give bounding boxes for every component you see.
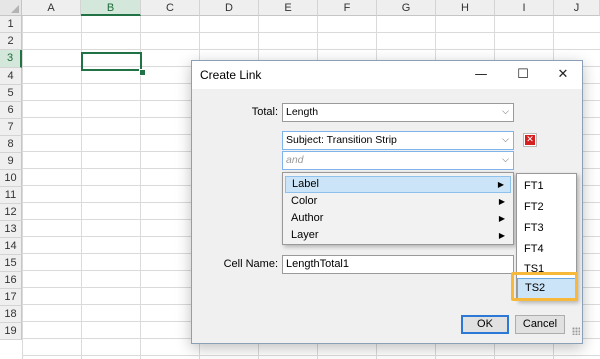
submenu-item-ft1[interactable]: FT1 [517, 176, 576, 197]
row-header-3[interactable]: 3 [0, 50, 22, 68]
subject-dropdown[interactable]: Subject: Transition Strip ⌵ [282, 131, 514, 150]
column-header-a[interactable]: A [22, 0, 81, 16]
menu-item-color-text: Color [291, 195, 318, 207]
total-dropdown[interactable]: Length ⌵ [282, 103, 514, 122]
row-header-7[interactable]: 7 [0, 119, 22, 136]
total-value: Length [286, 106, 319, 118]
minimize-button[interactable]: — [461, 61, 501, 89]
menu-item-author-text: Author [291, 212, 324, 224]
resize-grip-icon[interactable] [572, 327, 580, 335]
column-header-h[interactable]: H [436, 0, 495, 16]
row-header-11[interactable]: 11 [0, 187, 22, 204]
row-header-13[interactable]: 13 [0, 221, 22, 238]
submenu-arrow-icon: ▶ [497, 180, 504, 189]
row-header-5[interactable]: 5 [0, 85, 22, 102]
menu-item-layer-text: Layer [291, 229, 319, 241]
subject-value: Subject: Transition Strip [286, 134, 397, 146]
menu-item-color[interactable]: Color ▶ [285, 193, 511, 210]
column-header-c[interactable]: C [141, 0, 200, 16]
submenu-item-ft2[interactable]: FT2 [517, 197, 576, 218]
select-all-corner[interactable] [0, 0, 22, 16]
and-dropdown[interactable]: and ⌵ [282, 151, 514, 170]
column-header-b[interactable]: B [81, 0, 141, 16]
column-header-g[interactable]: G [377, 0, 436, 16]
chevron-down-icon: ⌵ [502, 107, 509, 117]
column-header-j[interactable]: J [554, 0, 600, 16]
cell-name-input[interactable]: LengthTotal1 [282, 255, 514, 274]
submenu-item-ft3[interactable]: FT3 [517, 218, 576, 239]
maximize-button[interactable]: ☐ [503, 61, 543, 89]
menu-item-label[interactable]: Label ▶ [285, 176, 511, 193]
row-header-17[interactable]: 17 [0, 289, 22, 306]
total-label: Total: [251, 106, 278, 118]
menu-item-label-text: Label [292, 178, 319, 190]
dialog-title: Create Link [200, 68, 262, 82]
row-header-18[interactable]: 18 [0, 306, 22, 323]
submenu-arrow-icon: ▶ [498, 231, 505, 240]
cell-name-label: Cell Name: [223, 258, 278, 270]
column-header-e[interactable]: E [259, 0, 318, 16]
row-header-10[interactable]: 10 [0, 170, 22, 187]
cancel-button[interactable]: Cancel [515, 315, 565, 334]
column-header-d[interactable]: D [200, 0, 259, 16]
menu-item-layer[interactable]: Layer ▶ [285, 227, 511, 244]
column-header-f[interactable]: F [318, 0, 377, 16]
dialog-titlebar[interactable]: Create Link — ☐ ✕ [192, 61, 582, 89]
row-header-19[interactable]: 19 [0, 323, 22, 340]
row-header-14[interactable]: 14 [0, 238, 22, 255]
chevron-down-icon: ⌵ [502, 155, 509, 165]
row-header-1[interactable]: 1 [0, 16, 22, 33]
menu-item-author[interactable]: Author ▶ [285, 210, 511, 227]
column-header-i[interactable]: I [495, 0, 554, 16]
submenu-arrow-icon: ▶ [498, 214, 505, 223]
close-button[interactable]: ✕ [543, 61, 583, 89]
row-header-8[interactable]: 8 [0, 136, 22, 153]
select-all-triangle-icon [11, 5, 19, 13]
field-context-menu: Label ▶ Color ▶ Author ▶ Layer ▶ [282, 172, 514, 245]
submenu-item-ft4[interactable]: FT4 [517, 239, 576, 260]
row-header-12[interactable]: 12 [0, 204, 22, 221]
ok-button[interactable]: OK [461, 315, 509, 334]
row-header-4[interactable]: 4 [0, 68, 22, 85]
delete-x-icon: ✕ [525, 135, 535, 145]
active-cell-b3[interactable] [81, 52, 142, 71]
row-header-2[interactable]: 2 [0, 33, 22, 50]
and-placeholder: and [286, 154, 304, 166]
row-header-15[interactable]: 15 [0, 255, 22, 272]
row-header-9[interactable]: 9 [0, 153, 22, 170]
remove-condition-button[interactable]: ✕ [523, 133, 537, 147]
chevron-down-icon: ⌵ [502, 135, 509, 145]
row-header-16[interactable]: 16 [0, 272, 22, 289]
row-header-6[interactable]: 6 [0, 102, 22, 119]
highlight-focus-ring [511, 272, 578, 301]
fill-handle[interactable] [139, 69, 146, 76]
submenu-arrow-icon: ▶ [498, 197, 505, 206]
